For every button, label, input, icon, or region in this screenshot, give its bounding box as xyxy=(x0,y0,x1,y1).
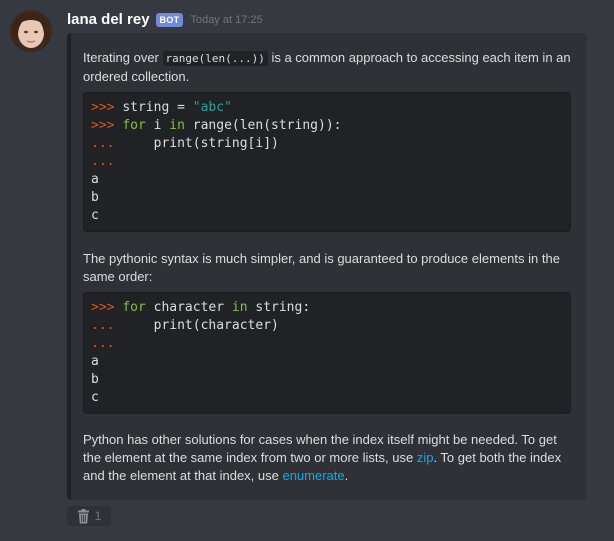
code-text: character xyxy=(145,300,232,315)
repl-prompt: ... xyxy=(91,136,115,151)
code-line: ... print(character) xyxy=(91,317,563,335)
code-line: c xyxy=(91,207,563,225)
code-text: print(string[i]) xyxy=(114,136,279,151)
inline-code: range(len(...)) xyxy=(162,51,268,66)
code-text: b xyxy=(91,190,99,205)
repl-prompt: ... xyxy=(91,318,115,333)
code-text: a xyxy=(91,172,99,187)
enumerate-link[interactable]: enumerate xyxy=(282,468,344,483)
code-keyword: for xyxy=(122,300,146,315)
code-text: i xyxy=(145,118,170,133)
embed-paragraph-2: The pythonic syntax is much simpler, and… xyxy=(83,251,560,284)
code-string: "abc" xyxy=(192,100,232,115)
code-text: b xyxy=(91,372,99,387)
code-line: >>> for character in string: xyxy=(91,299,563,317)
paragraph-text: Iterating over xyxy=(83,50,163,65)
code-text: range(len(string)): xyxy=(184,118,342,133)
repl-prompt: >>> xyxy=(91,100,123,115)
code-text: a xyxy=(91,354,99,369)
code-line: b xyxy=(91,371,563,389)
repl-prompt: ... xyxy=(91,154,115,169)
user-avatar[interactable] xyxy=(10,10,52,52)
code-block-2: >>> for character in string:... print(ch… xyxy=(83,292,571,414)
code-line: ... print(string[i]) xyxy=(91,135,563,153)
code-keyword: for xyxy=(122,118,146,133)
repl-prompt: ... xyxy=(91,336,115,351)
chat-message: lana del rey BOT Today at 17:25 Iteratin… xyxy=(0,0,614,541)
code-line: >>> for i in range(len(string)): xyxy=(91,117,563,135)
code-text: string = xyxy=(122,100,193,115)
paragraph-text: . xyxy=(344,468,349,483)
message-header: lana del rey BOT Today at 17:25 xyxy=(67,11,263,28)
code-keyword: in xyxy=(231,300,248,315)
code-text: c xyxy=(91,390,99,405)
reaction-count: 1 xyxy=(94,509,102,523)
code-line: b xyxy=(91,189,563,207)
code-text: c xyxy=(91,208,99,223)
wastebasket-icon xyxy=(77,508,89,523)
code-line: ... xyxy=(91,153,563,171)
code-text: print(character) xyxy=(114,318,279,333)
zip-link[interactable]: zip xyxy=(417,450,434,465)
username[interactable]: lana del rey xyxy=(67,11,150,28)
embed-paragraph-1: Iterating over range(len(...)) is a comm… xyxy=(83,49,573,86)
bot-badge: BOT xyxy=(155,12,184,27)
code-line: a xyxy=(91,171,563,189)
code-line: c xyxy=(91,389,563,407)
embed-paragraph-3: Python has other solutions for cases whe… xyxy=(83,431,573,485)
reaction-wastebasket[interactable]: 1 xyxy=(67,506,111,526)
code-line: ... xyxy=(91,335,563,353)
avatar-image xyxy=(10,10,52,52)
code-keyword: in xyxy=(169,118,185,133)
repl-prompt: >>> xyxy=(91,300,123,315)
code-text: string: xyxy=(247,300,311,315)
code-block-1: >>> string = "abc" >>> for i in range(len… xyxy=(83,92,571,232)
repl-prompt: >>> xyxy=(91,118,123,133)
message-timestamp: Today at 17:25 xyxy=(190,13,263,26)
code-line: >>> string = "abc" xyxy=(91,99,563,117)
message-embed: Iterating over range(len(...)) is a comm… xyxy=(67,33,587,500)
code-line: a xyxy=(91,353,563,371)
